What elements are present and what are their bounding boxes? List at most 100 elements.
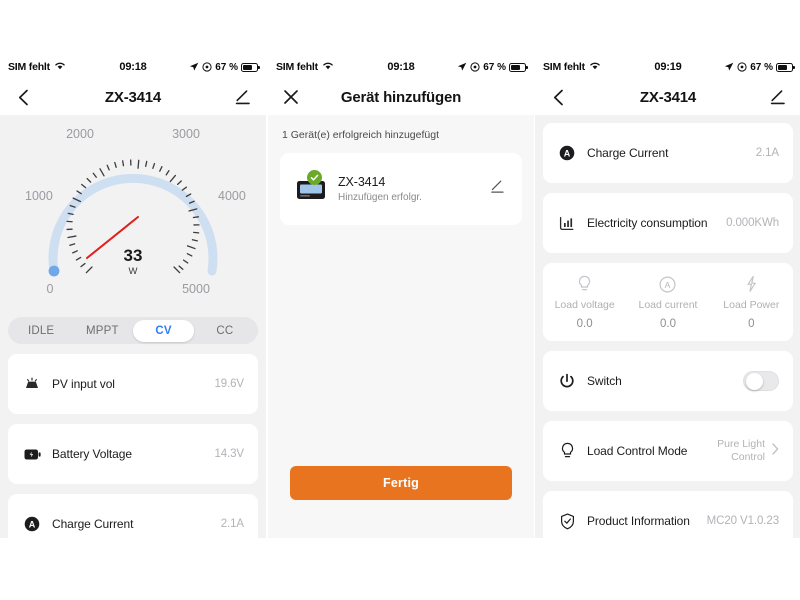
page-title-left: ZX-3414	[104, 88, 162, 106]
solar-panel-icon	[22, 377, 42, 391]
row-charge-current[interactable]: A Charge Current 2.1A	[543, 123, 793, 183]
close-x-icon[interactable]	[280, 86, 302, 108]
app-screenshot: SIM fehlt 09:18 67 % ZX-3414 0 1000 2000…	[0, 0, 800, 600]
gauge-tick-4000: 4000	[218, 189, 246, 203]
charge-current-icon: A	[22, 516, 42, 532]
gauge-tick-1000: 1000	[25, 189, 53, 203]
load-control-value: Pure Light Control	[717, 438, 765, 464]
status-bar-right: SIM fehlt 09:19 67 %	[535, 55, 800, 79]
row-electricity-consumption[interactable]: Electricity consumption 0.000KWh	[543, 193, 793, 253]
back-chevron-icon[interactable]	[547, 86, 569, 108]
row-label: Switch	[587, 374, 622, 388]
edit-pencil-icon[interactable]	[489, 178, 506, 200]
segment-cc[interactable]: CC	[194, 320, 255, 342]
svg-text:A: A	[29, 519, 36, 529]
row-value: 19.6V	[214, 378, 244, 390]
load-current-stat[interactable]: A Load current 0.0	[626, 274, 709, 330]
navbar-right: ZX-3414	[535, 79, 800, 115]
row-switch[interactable]: Switch	[543, 351, 793, 411]
panel-device-settings: SIM fehlt 09:19 67 % ZX-3414 A Charge Cu…	[535, 55, 800, 538]
page-title-right: ZX-3414	[639, 88, 697, 106]
status-bar-left: SIM fehlt 09:18 67 %	[0, 55, 266, 79]
chart-bars-icon	[557, 216, 577, 231]
stat-value: 0	[748, 318, 755, 330]
alarm-icon	[737, 62, 747, 72]
alarm-icon	[470, 62, 480, 72]
switch-toggle[interactable]	[743, 371, 779, 391]
success-check-icon	[307, 170, 322, 185]
row-label: Charge Current	[587, 146, 669, 160]
page-title-mid: Gerät hinzufügen	[340, 88, 462, 106]
device-thumbnail-icon	[296, 170, 326, 201]
ampere-circle-icon: A	[626, 274, 709, 294]
gauge-tick-3000: 3000	[172, 127, 200, 141]
row-value: MC20 V1.0.23	[706, 515, 779, 527]
stat-value: 0.0	[576, 318, 593, 330]
lightbulb-icon	[557, 442, 577, 460]
row-label: Product Information	[587, 514, 690, 528]
battery-percent: 67 %	[215, 61, 238, 73]
segment-idle[interactable]: IDLE	[11, 320, 72, 342]
chevron-right-icon	[772, 442, 779, 460]
load-voltage-stat[interactable]: Load voltage 0.0	[543, 274, 626, 330]
battery-percent: 67 %	[750, 61, 773, 73]
battery-icon	[776, 62, 795, 72]
gauge-tick-0: 0	[47, 282, 54, 296]
gauge-value: 33	[123, 246, 143, 265]
row-value: 14.3V	[214, 448, 244, 460]
segment-cv[interactable]: CV	[133, 319, 195, 342]
segment-mppt[interactable]: MPPT	[72, 320, 133, 342]
svg-text:A: A	[665, 280, 671, 290]
battery-percent: 67 %	[483, 61, 506, 73]
charge-current-icon: A	[557, 145, 577, 161]
gauge-unit: W	[128, 266, 138, 277]
device-text-block: ZX-3414 Hinzufügen erfolgr.	[338, 175, 489, 203]
gauge-tick-5000: 5000	[182, 282, 210, 296]
power-icon	[557, 373, 577, 390]
row-label: Charge Current	[52, 517, 134, 531]
alarm-icon	[202, 62, 212, 72]
row-value: 2.1A	[220, 518, 244, 530]
panel-device-dashboard: SIM fehlt 09:18 67 % ZX-3414 0 1000 2000…	[0, 55, 266, 538]
row-value: 0.000KWh	[726, 217, 779, 229]
value-line-2: Control	[731, 451, 765, 463]
gauge-zero-dot	[48, 265, 60, 277]
row-battery-voltage[interactable]: Battery Voltage 14.3V	[8, 424, 258, 484]
status-icons-left: 67 %	[189, 61, 260, 73]
location-arrow-icon	[458, 62, 467, 71]
stat-value: 0.0	[659, 318, 676, 330]
power-gauge: 0 1000 2000 3000 4000 5000 33 W	[0, 115, 266, 315]
lightbulb-icon	[543, 274, 626, 294]
gauge-svg: 0 1000 2000 3000 4000 5000	[25, 127, 246, 296]
row-label: PV input vol	[52, 377, 115, 391]
added-device-card[interactable]: ZX-3414 Hinzufügen erfolgr.	[280, 153, 522, 225]
edit-pencil-icon[interactable]	[232, 86, 254, 108]
battery-icon	[509, 62, 528, 72]
row-pv-input-voltage[interactable]: PV input vol 19.6V	[8, 354, 258, 414]
row-value: 2.1A	[755, 147, 779, 159]
mode-segmented-control[interactable]: IDLE MPPT CV CC	[8, 317, 258, 344]
battery-icon	[241, 62, 260, 72]
svg-text:A: A	[564, 148, 571, 158]
device-status: Hinzufügen erfolgr.	[338, 192, 422, 203]
gauge-tick-2000: 2000	[66, 127, 94, 141]
load-stats-card: Load voltage 0.0 A Load current 0.0 Load…	[543, 263, 793, 341]
load-power-stat[interactable]: Load Power 0	[710, 274, 793, 330]
done-button[interactable]: Fertig	[290, 466, 512, 500]
add-device-subtitle: 1 Gerät(e) erfolgreich hinzugefügt	[282, 129, 440, 141]
location-arrow-icon	[190, 62, 199, 71]
status-icons-right: 67 %	[724, 61, 795, 73]
row-charge-current-clipped[interactable]: A Charge Current 2.1A	[8, 494, 258, 538]
navbar-mid: Gerät hinzufügen	[268, 79, 534, 115]
row-product-information[interactable]: Product Information MC20 V1.0.23	[543, 491, 793, 538]
stat-label: Load voltage	[554, 299, 615, 311]
value-line-1: Pure Light	[717, 437, 765, 450]
row-label: Electricity consumption	[587, 216, 708, 230]
edit-pencil-icon[interactable]	[767, 86, 789, 108]
row-label: Load Control Mode	[587, 444, 688, 458]
back-chevron-icon[interactable]	[12, 86, 34, 108]
battery-icon	[22, 449, 42, 460]
status-icons-mid: 67 %	[457, 61, 528, 73]
row-load-control-mode[interactable]: Load Control Mode Pure Light Control	[543, 421, 793, 481]
status-bar-mid: SIM fehlt 09:18 67 %	[268, 55, 534, 79]
